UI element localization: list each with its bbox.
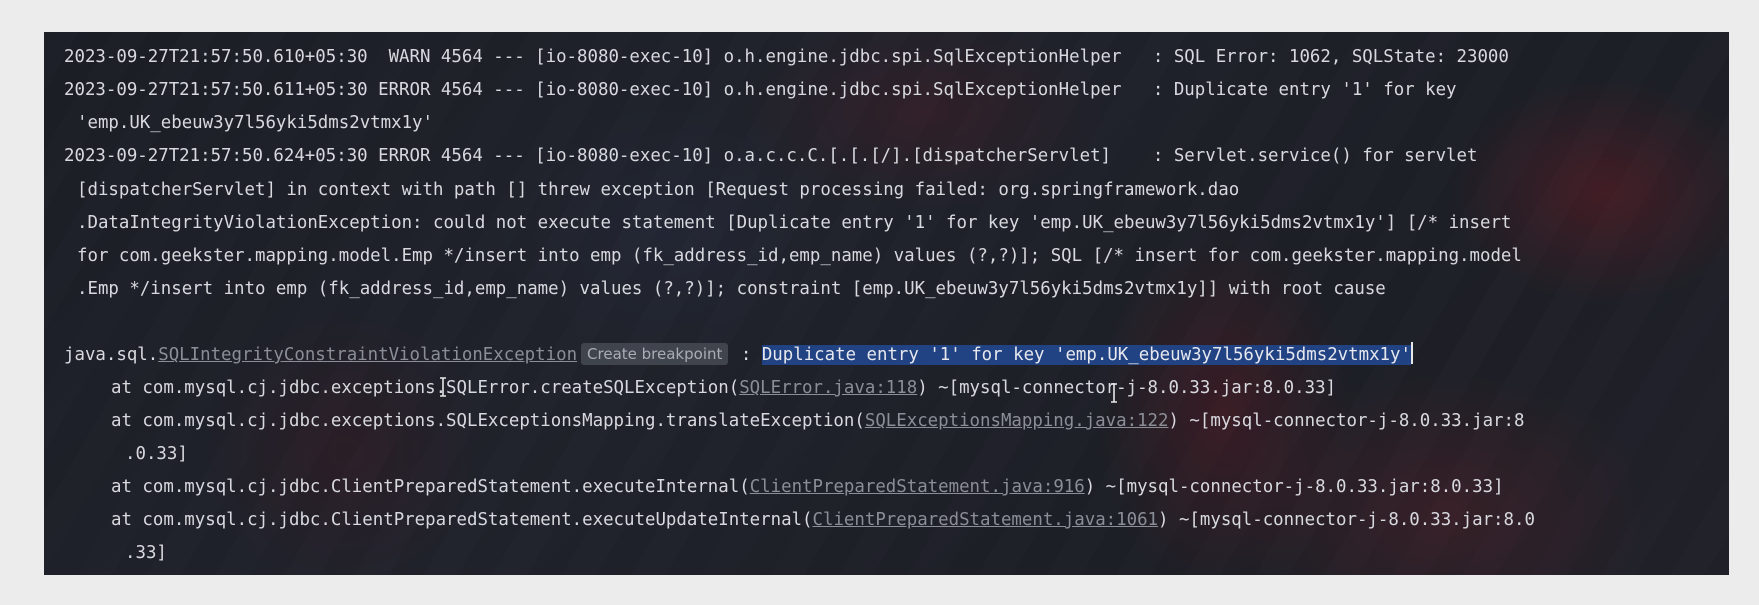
exception-package: java.sql. (64, 345, 159, 365)
console-window: 2023-09-27T21:57:50.610+05:30 WARN 4564 … (44, 32, 1729, 575)
create-breakpoint-button[interactable]: Create breakpoint (581, 343, 729, 365)
stack-frame-source-link[interactable]: SQLExceptionsMapping.java:122 (865, 411, 1169, 431)
stack-frame: at com.mysql.cj.jdbc.ClientPreparedState… (111, 471, 1504, 504)
stack-frame-method: at com.mysql.cj.jdbc.ClientPreparedState… (111, 477, 750, 497)
stack-frame-jar: ) ~[mysql-connector-j-8.0.33.jar:8 (1168, 411, 1525, 431)
stack-frame: at com.mysql.cj.jdbc.exceptions.SQLExcep… (111, 405, 1524, 438)
stack-frame-method: at com.mysql.cj.jdbc.ClientPreparedState… (111, 510, 813, 530)
log-line-error-1-cont: 'emp.UK_ebeuw3y7l56yki5dms2vtmx1y' (77, 113, 433, 133)
stack-frame-cont: .0.33] (125, 444, 188, 464)
log-line-error-2-cont-4: .Emp */insert into emp (fk_address_id,em… (77, 279, 1386, 299)
stack-frame-source-link[interactable]: ClientPreparedStatement.java:1061 (813, 510, 1159, 530)
stack-frame: at com.mysql.cj.jdbc.ClientPreparedState… (111, 504, 1535, 537)
stack-frame-source-link[interactable]: ClientPreparedStatement.java:916 (750, 477, 1085, 497)
stack-frame-jar: ) ~[mysql-connector-j-8.0.33.jar:8.0 (1158, 510, 1535, 530)
run-console-output[interactable]: 2023-09-27T21:57:50.610+05:30 WARN 4564 … (44, 32, 1729, 575)
stack-frame-method: at com.mysql.cj.jdbc.exceptions.SQLExcep… (111, 411, 865, 431)
stack-frame-source-link[interactable]: SQLError.java:118 (739, 378, 917, 398)
log-line-warn: 2023-09-27T21:57:50.610+05:30 WARN 4564 … (64, 47, 1509, 67)
log-line-error-2-cont-1: [dispatcherServlet] in context with path… (77, 180, 1240, 200)
selected-exception-message[interactable]: Duplicate entry '1' for key 'emp.UK_ebeu… (761, 345, 1411, 365)
exception-line: java.sql.SQLIntegrityConstraintViolation… (64, 339, 1413, 372)
stack-frame-method: at com.mysql.cj.jdbc.exceptions.SQLError… (111, 378, 740, 398)
stack-frame: at com.mysql.cj.jdbc.exceptions.SQLError… (111, 372, 1336, 405)
stack-frame-jar: ) ~[mysql-connector-j-8.0.33.jar:8.0.33] (1084, 477, 1504, 497)
log-line-error-1: 2023-09-27T21:57:50.611+05:30 ERROR 4564… (64, 80, 1457, 100)
log-line-error-2-cont-2: .DataIntegrityViolationException: could … (77, 213, 1512, 233)
exception-class-link[interactable]: SQLIntegrityConstraintViolationException (158, 345, 577, 365)
text-caret (1410, 342, 1413, 364)
log-line-error-2-cont-3: for com.geekster.mapping.model.Emp */ins… (77, 246, 1522, 266)
log-line-error-2: 2023-09-27T21:57:50.624+05:30 ERROR 4564… (64, 146, 1478, 166)
stack-frame-jar: ) ~[mysql-connector-j-8.0.33.jar:8.0.33] (917, 378, 1337, 398)
exception-separator: : (730, 345, 762, 365)
stack-frame-cont: .33] (125, 543, 167, 563)
